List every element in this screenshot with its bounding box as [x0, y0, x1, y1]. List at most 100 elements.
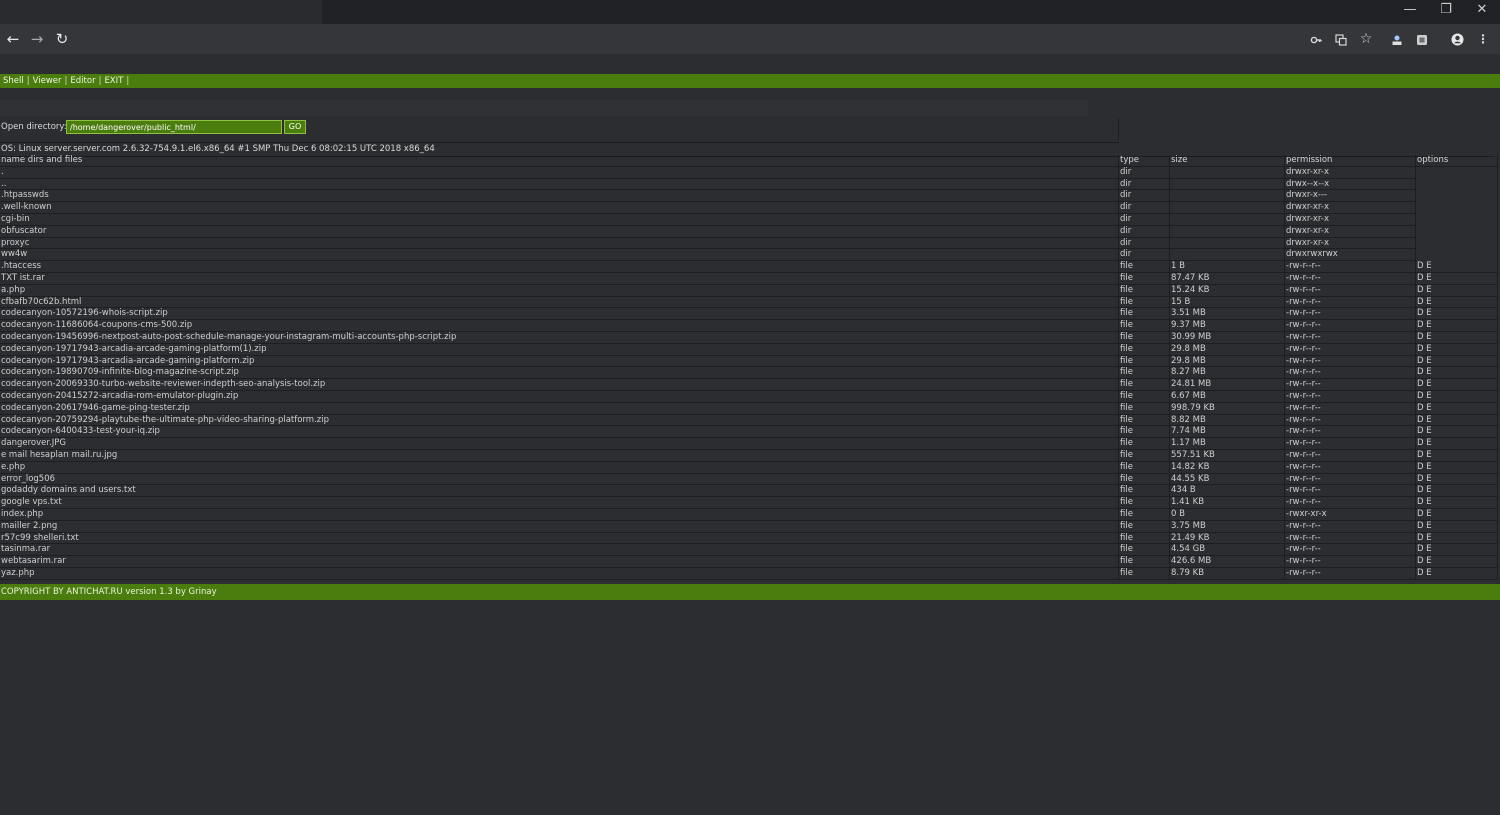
dir-name-link[interactable]: .: [0, 166, 1119, 179]
file-name-link[interactable]: error_log506: [0, 473, 1119, 486]
file-row[interactable]: codecanyon-20069330-turbo-website-review…: [0, 378, 1498, 391]
dir-row[interactable]: .htpasswds dir drwxr-x---: [0, 189, 1498, 203]
go-button[interactable]: GO: [284, 120, 306, 134]
file-options-links[interactable]: D E: [1415, 296, 1498, 309]
dir-row[interactable]: obfuscator dir drwxr-xr-x: [0, 225, 1498, 238]
file-options-links[interactable]: D E: [1415, 319, 1498, 332]
file-row[interactable]: codecanyon-19717943-arcadia-arcade-gamin…: [0, 343, 1498, 356]
file-row[interactable]: codecanyon-20759294-playtube-the-ultimat…: [0, 414, 1498, 427]
file-row[interactable]: godaddy domains and users.txt file 434 B -r…: [0, 484, 1498, 498]
file-row[interactable]: r57c99 shelleri.txt file 21.49 KB -rw-r--r-…: [0, 532, 1498, 545]
file-row[interactable]: codecanyon-10572196-whois-script.zip file…: [0, 307, 1498, 321]
file-row[interactable]: google vps.txt file 1.41 KB -rw-r--r-- D E: [0, 496, 1498, 509]
file-row[interactable]: webtasarim.rar file 426.6 MB -rw-r--r-- D E: [0, 555, 1498, 568]
file-name-link[interactable]: webtasarim.rar: [0, 555, 1119, 568]
dir-row[interactable]: proxyc dir drwxr-xr-x: [0, 237, 1498, 250]
file-options-links[interactable]: D E: [1415, 520, 1498, 533]
dir-row[interactable]: .well-known dir drwxr-xr-x: [0, 201, 1498, 214]
file-options-links[interactable]: D E: [1415, 343, 1498, 356]
file-options-links[interactable]: D E: [1415, 461, 1498, 474]
file-name-link[interactable]: e.php: [0, 461, 1119, 474]
menu-shell-link[interactable]: Shell: [3, 76, 24, 86]
browser-tab[interactable]: [0, 0, 322, 24]
file-name-link[interactable]: codecanyon-19717943-arcadia-arcade-gamin…: [0, 355, 1119, 368]
file-name-link[interactable]: codecanyon-19456996-nextpost-auto-post-s…: [0, 331, 1119, 344]
close-icon[interactable]: ✕: [1464, 0, 1500, 20]
file-row[interactable]: a.php file 15.24 KB -rw-r--r-- D E: [0, 284, 1498, 297]
file-name-link[interactable]: dangerover.JPG: [0, 437, 1119, 450]
directory-input[interactable]: /home/dangerover/public_html/: [66, 120, 282, 134]
restore-icon[interactable]: ❐: [1428, 0, 1464, 20]
file-options-links[interactable]: D E: [1415, 260, 1498, 273]
menu-exit-link[interactable]: EXIT: [104, 76, 123, 86]
dir-row[interactable]: . dir drwxr-xr-x: [0, 166, 1498, 179]
file-options-links[interactable]: D E: [1415, 484, 1498, 498]
file-name-link[interactable]: codecanyon-19890709-infinite-blog-magazi…: [0, 366, 1119, 380]
file-row[interactable]: codecanyon-20415272-arcadia-rom-emulator…: [0, 390, 1498, 403]
file-row[interactable]: e mail hesapları mail.ru.jpg file 557.51 K…: [0, 449, 1498, 462]
extension-icon[interactable]: [1386, 24, 1408, 54]
back-arrow-icon[interactable]: ←: [0, 24, 26, 54]
file-row[interactable]: codecanyon-19890709-infinite-blog-magazi…: [0, 366, 1498, 380]
file-options-links[interactable]: D E: [1415, 402, 1498, 415]
dir-name-link[interactable]: cgi-bin: [0, 213, 1119, 226]
file-name-link[interactable]: codecanyon-19717943-arcadia-arcade-gamin…: [0, 343, 1119, 356]
menu-viewer-link[interactable]: Viewer: [33, 76, 62, 86]
menu-icon[interactable]: ⋮: [1472, 24, 1494, 54]
dir-name-link[interactable]: .htpasswds: [0, 189, 1119, 203]
file-row[interactable]: tasinma.rar file 4.54 GB -rw-r--r-- D E: [0, 543, 1498, 557]
file-name-link[interactable]: codecanyon-20759294-playtube-the-ultimat…: [0, 414, 1119, 427]
file-name-link[interactable]: a.php: [0, 284, 1119, 297]
extension-icon[interactable]: [1411, 24, 1433, 54]
dir-name-link[interactable]: proxyc: [0, 237, 1119, 250]
file-row[interactable]: dangerover.JPG file 1.17 MB -rw-r--r-- D E: [0, 437, 1498, 450]
file-name-link[interactable]: TXT ist.rar: [0, 272, 1119, 285]
dir-row[interactable]: .. dir drwx--x--x: [0, 178, 1498, 191]
file-name-link[interactable]: yaz.php: [0, 567, 1119, 580]
file-name-link[interactable]: google vps.txt: [0, 496, 1119, 509]
file-options-links[interactable]: D E: [1415, 496, 1498, 509]
address-bar[interactable]: [78, 29, 1328, 49]
dir-row[interactable]: ww4w dir drwxrwxrwx: [0, 248, 1498, 262]
key-icon[interactable]: [1305, 24, 1327, 54]
profile-icon[interactable]: [1446, 24, 1468, 54]
file-row[interactable]: mailler 2.png file 3.75 MB -rw-r--r-- D E: [0, 520, 1498, 533]
file-row[interactable]: codecanyon-11686064-coupons-cms-500.zip f…: [0, 319, 1498, 332]
file-options-links[interactable]: D E: [1415, 307, 1498, 321]
reload-icon[interactable]: ↻: [49, 24, 75, 54]
file-options-links[interactable]: D E: [1415, 508, 1498, 521]
file-row[interactable]: TXT ist.rar file 87.47 KB -rw-r--r-- D E: [0, 272, 1498, 285]
dir-name-link[interactable]: ww4w: [0, 248, 1119, 262]
file-name-link[interactable]: .htaccess: [0, 260, 1119, 273]
file-name-link[interactable]: codecanyon-20617946-game-ping-tester.zip: [0, 402, 1119, 415]
file-row[interactable]: codecanyon-19456996-nextpost-auto-post-s…: [0, 331, 1498, 344]
file-name-link[interactable]: codecanyon-6400433-test-your-iq.zip: [0, 425, 1119, 439]
file-row[interactable]: yaz.php file 8.79 KB -rw-r--r-- D E: [0, 567, 1498, 580]
forward-arrow-icon[interactable]: →: [24, 24, 50, 54]
file-row[interactable]: codecanyon-20617946-game-ping-tester.zip…: [0, 402, 1498, 415]
file-options-links[interactable]: D E: [1415, 414, 1498, 427]
file-name-link[interactable]: codecanyon-20069330-turbo-website-review…: [0, 378, 1119, 391]
dir-row[interactable]: cgi-bin dir drwxr-xr-x: [0, 213, 1498, 226]
file-name-link[interactable]: e mail hesapları mail.ru.jpg: [0, 449, 1119, 462]
file-row[interactable]: cfbafb70c62b.html file 15 B -rw-r--r-- D E: [0, 296, 1498, 309]
star-icon[interactable]: ☆: [1355, 24, 1377, 54]
file-name-link[interactable]: codecanyon-10572196-whois-script.zip: [0, 307, 1119, 321]
file-options-links[interactable]: D E: [1415, 567, 1498, 580]
file-options-links[interactable]: D E: [1415, 390, 1498, 403]
menu-editor-link[interactable]: Editor: [70, 76, 95, 86]
file-row[interactable]: codecanyon-19717943-arcadia-arcade-gamin…: [0, 355, 1498, 368]
dir-name-link[interactable]: obfuscator: [0, 225, 1119, 238]
file-options-links[interactable]: D E: [1415, 272, 1498, 285]
file-name-link[interactable]: tasinma.rar: [0, 543, 1119, 557]
file-row[interactable]: error_log506 file 44.55 KB -rw-r--r-- D E: [0, 473, 1498, 486]
file-name-link[interactable]: godaddy domains and users.txt: [0, 484, 1119, 498]
file-row[interactable]: index.php file 0 B -rwxr-xr-x D E: [0, 508, 1498, 521]
file-name-link[interactable]: r57c99 shelleri.txt: [0, 532, 1119, 545]
file-row[interactable]: e.php file 14.82 KB -rw-r--r-- D E: [0, 461, 1498, 474]
file-options-links[interactable]: D E: [1415, 378, 1498, 391]
file-options-links[interactable]: D E: [1415, 284, 1498, 297]
file-name-link[interactable]: mailler 2.png: [0, 520, 1119, 533]
file-options-links[interactable]: D E: [1415, 555, 1498, 568]
file-row[interactable]: .htaccess file 1 B -rw-r--r-- D E: [0, 260, 1498, 273]
